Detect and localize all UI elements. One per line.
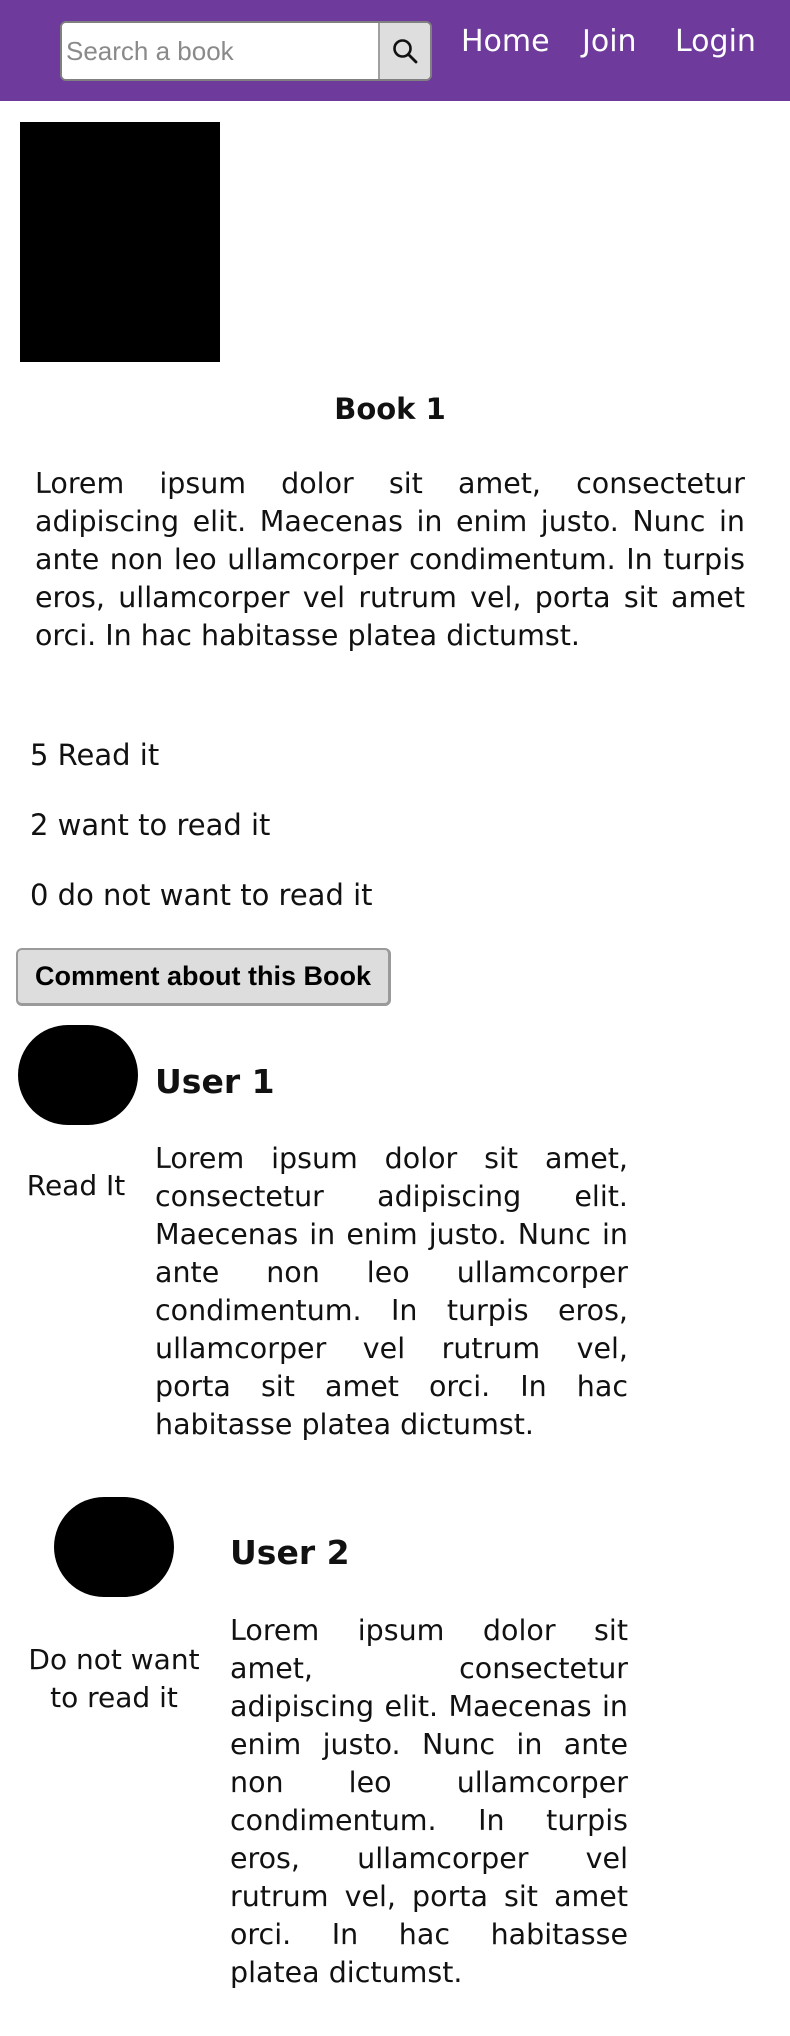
comment-reading-status: Read It bbox=[26, 1169, 126, 1202]
book-description: Lorem ipsum dolor sit amet, consectetur … bbox=[35, 467, 745, 652]
book-cover-image bbox=[20, 122, 220, 362]
book-title: Book 1 bbox=[334, 392, 446, 426]
search-box bbox=[60, 21, 432, 81]
comment-username: User 2 bbox=[230, 1533, 350, 1572]
navbar: Home Join Login bbox=[0, 0, 790, 101]
comment-reading-status: Do not want to read it bbox=[28, 1643, 200, 1714]
stat-want-to-read-count: 2 want to read it bbox=[30, 808, 271, 842]
nav-join-link[interactable]: Join bbox=[582, 24, 637, 59]
stat-read-count: 5 Read it bbox=[30, 738, 160, 772]
search-button[interactable] bbox=[378, 23, 430, 79]
avatar bbox=[18, 1025, 138, 1125]
stat-not-want-count: 0 do not want to read it bbox=[30, 878, 373, 912]
comment-about-book-button[interactable]: Comment about this Book bbox=[16, 948, 391, 1006]
search-input[interactable] bbox=[62, 23, 380, 79]
comment-text: Lorem ipsum dolor sit amet, consectetur … bbox=[155, 1142, 628, 1441]
nav-home-link[interactable]: Home bbox=[461, 24, 550, 59]
search-icon bbox=[393, 39, 418, 64]
avatar bbox=[54, 1497, 174, 1597]
comment-username: User 1 bbox=[155, 1062, 275, 1101]
nav-login-link[interactable]: Login bbox=[675, 24, 756, 59]
comment-text: Lorem ipsum dolor sit amet, consectetur … bbox=[230, 1614, 628, 1989]
